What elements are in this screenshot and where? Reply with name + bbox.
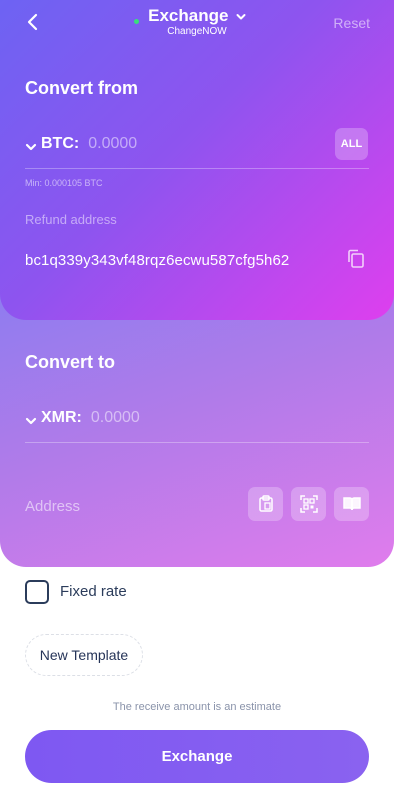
from-coin-selector[interactable]: BTC:	[41, 135, 79, 153]
refund-address-value[interactable]: bc1q339y343vf48rqz6ecwu587cfg5h62	[25, 252, 289, 269]
from-amount-row: BTC:	[25, 124, 369, 164]
fixed-rate-label: Fixed rate	[60, 583, 127, 600]
min-amount-text: Min: 0.000105 BTC	[25, 178, 103, 188]
qr-scan-icon	[299, 495, 318, 513]
new-template-button[interactable]: New Template	[25, 634, 143, 676]
estimate-note: The receive amount is an estimate	[112, 701, 282, 713]
chevron-down-icon[interactable]	[25, 413, 37, 425]
header: Exchange ChangeNOW Reset	[0, 0, 394, 48]
address-book-button[interactable]	[334, 487, 369, 521]
chevron-left-icon	[27, 13, 38, 31]
from-amount-input[interactable]	[88, 135, 309, 153]
all-amount-button[interactable]: ALL	[335, 128, 368, 160]
address-input[interactable]: Address	[25, 498, 80, 515]
divider	[25, 168, 369, 169]
convert-to-title: Convert to	[25, 352, 115, 372]
to-amount-input[interactable]	[90, 409, 311, 427]
scan-qr-button[interactable]	[291, 487, 326, 521]
to-amount-row: XMR:	[25, 398, 369, 438]
reset-button[interactable]: Reset	[333, 15, 370, 31]
divider	[25, 442, 369, 443]
paste-button[interactable]	[248, 487, 283, 521]
convert-from-title: Convert from	[25, 78, 139, 98]
status-dot	[134, 19, 139, 24]
exchange-provider-selector[interactable]: Exchange ChangeNOW	[140, 6, 254, 37]
to-coin-selector[interactable]: XMR:	[41, 409, 82, 427]
fixed-rate-checkbox[interactable]	[25, 580, 49, 604]
exchange-button[interactable]: Exchange	[25, 730, 369, 783]
page-title: Exchange	[148, 6, 229, 25]
back-button[interactable]	[22, 10, 44, 34]
chevron-down-icon	[236, 8, 246, 26]
provider-name: ChangeNOW	[167, 26, 227, 37]
copy-icon	[348, 249, 364, 268]
chevron-down-icon[interactable]	[25, 139, 37, 151]
book-icon	[342, 497, 361, 511]
copy-button[interactable]	[346, 248, 366, 270]
clipboard-icon	[258, 495, 273, 512]
refund-address-label: Refund address	[25, 212, 117, 227]
